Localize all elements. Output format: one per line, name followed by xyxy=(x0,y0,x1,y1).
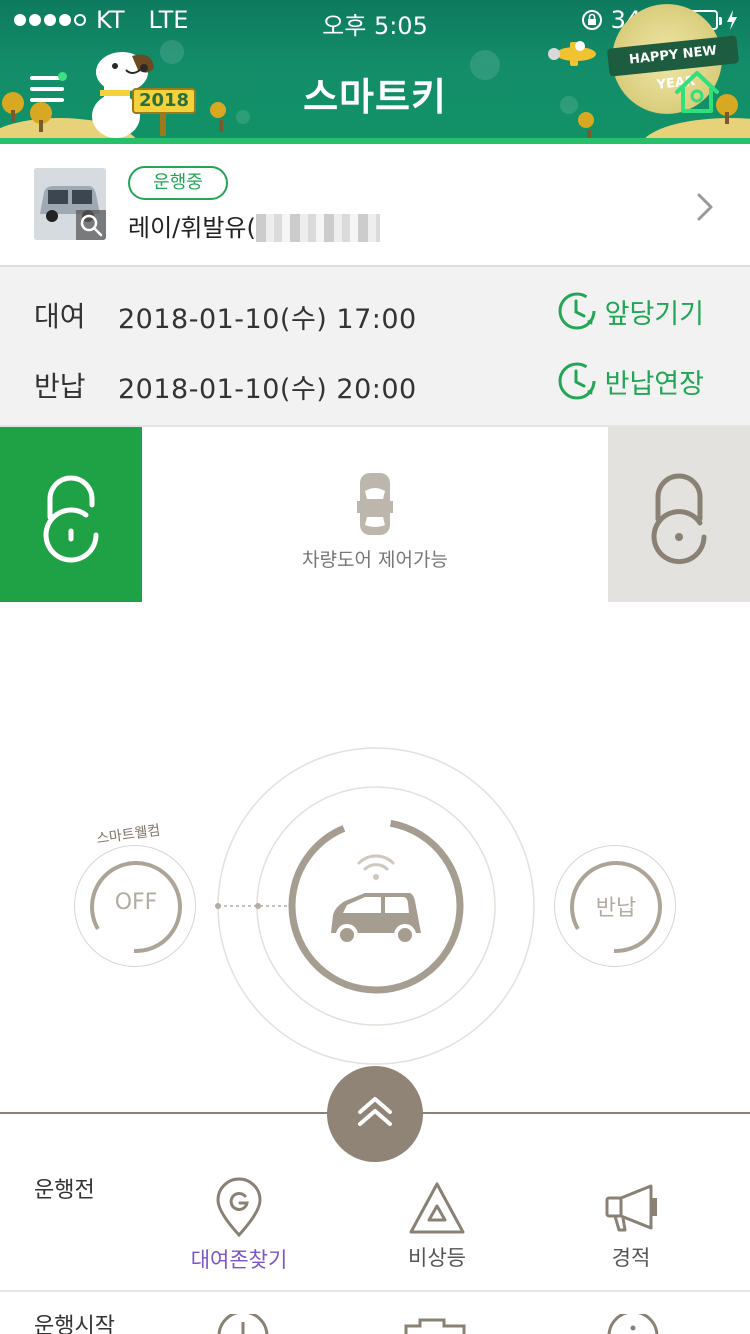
decor-bubble xyxy=(160,40,184,64)
charging-bolt-icon xyxy=(727,10,737,30)
double-chevron-up-icon xyxy=(358,1097,392,1126)
rental-return-label: 반납 xyxy=(34,370,86,403)
vehicle-name: 레이/휘발유( xyxy=(128,214,256,242)
extend-return-button[interactable]: 반납연장 xyxy=(557,361,704,401)
return-label: 반납 xyxy=(595,896,637,921)
rotation-lock-icon xyxy=(581,10,602,30)
expand-sheet-button[interactable] xyxy=(327,1066,423,1162)
rental-schedule: 대여 2018-01-10(수) 17:00 앞당기기 반납 2018-01-1… xyxy=(0,267,750,427)
lock-button[interactable] xyxy=(608,427,750,602)
vehicle-thumbnail[interactable] xyxy=(34,168,106,240)
megaphone-icon xyxy=(605,1184,657,1232)
horn-button[interactable]: 경적 xyxy=(551,1180,711,1272)
section-label-start-drive: 운행시작 xyxy=(34,1314,115,1334)
home-button[interactable] xyxy=(672,68,722,116)
map-pin-g-icon xyxy=(216,1177,262,1238)
rental-start-row: 대여 2018-01-10(수) 17:00 앞당기기 xyxy=(0,283,750,343)
redacted-plate-number xyxy=(256,214,380,242)
advance-time-button[interactable]: 앞당기기 xyxy=(557,291,704,331)
find-rental-zone-label: 대여존찾기 xyxy=(190,1248,288,1272)
unlock-icon xyxy=(43,475,99,563)
find-rental-zone-button[interactable]: 대여존찾기 xyxy=(159,1176,319,1274)
smart-welcome-toggle[interactable]: OFF xyxy=(74,845,196,967)
section-label-before-drive: 운행전 xyxy=(34,1178,95,1203)
lock-icon xyxy=(651,473,707,565)
door-status-area: 차량도어 제어가능 xyxy=(142,427,608,602)
partial-info-icon[interactable] xyxy=(606,1314,660,1334)
car-top-view-icon xyxy=(357,473,393,535)
chevron-right-icon[interactable] xyxy=(694,192,716,222)
partial-engine-icon[interactable] xyxy=(404,1318,466,1334)
smartkey-main-button[interactable] xyxy=(281,811,471,1001)
hazard-lights-button[interactable]: 비상등 xyxy=(357,1180,517,1272)
rental-return-row: 반납 2018-01-10(수) 20:00 반납연장 xyxy=(0,353,750,413)
hazard-triangle-icon xyxy=(409,1182,465,1234)
door-status-text: 차량도어 제어가능 xyxy=(302,549,448,571)
rental-start-datetime: 2018-01-10(수) 17:00 xyxy=(118,304,417,335)
clock-arrow-icon xyxy=(558,362,596,400)
extend-return-label: 반납연장 xyxy=(604,368,704,400)
status-badge: 운행중 xyxy=(128,166,228,200)
app-header: KT LTE 오후 5:05 34% 20 xyxy=(0,0,750,144)
horn-label: 경적 xyxy=(611,1246,651,1270)
zoom-search-icon[interactable] xyxy=(76,210,106,240)
return-button[interactable]: 반납 xyxy=(554,845,676,967)
smartkey-control-area: 스마트웰컴 OFF 반납 xyxy=(0,602,750,1112)
advance-time-label: 앞당기기 xyxy=(604,298,704,330)
clock-arrow-icon xyxy=(558,292,596,330)
smart-welcome-state: OFF xyxy=(114,890,158,915)
door-control-panel: 차량도어 제어가능 xyxy=(0,427,750,602)
hazard-lights-label: 비상등 xyxy=(408,1246,466,1270)
section-divider xyxy=(0,1290,750,1292)
unlock-button[interactable] xyxy=(0,427,142,602)
airplane-icon xyxy=(548,41,596,66)
rental-return-datetime: 2018-01-10(수) 20:00 xyxy=(118,374,417,405)
rental-start-label: 대여 xyxy=(34,300,86,333)
vehicle-info-row[interactable]: 운행중 레이/휘발유( xyxy=(0,144,750,267)
partial-clock-icon[interactable] xyxy=(216,1314,270,1334)
